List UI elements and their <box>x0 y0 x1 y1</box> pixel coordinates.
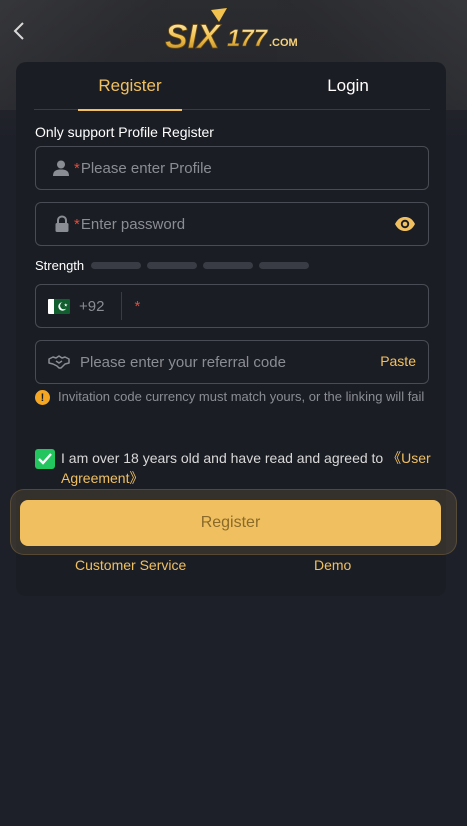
site-logo: SIX 177 .COM <box>165 8 298 56</box>
agreement-checkbox[interactable] <box>35 449 55 469</box>
demo-link[interactable]: Demo <box>314 557 351 573</box>
required-mark: * <box>74 159 80 177</box>
warning-icon: ! <box>35 390 50 405</box>
profile-placeholder: Please enter Profile <box>80 159 212 177</box>
paste-button[interactable]: Paste <box>380 353 416 369</box>
agreement: I am over 18 years old and have read and… <box>35 448 435 488</box>
agreement-text: I am over 18 years old and have read and… <box>61 448 435 488</box>
handshake-icon <box>36 354 72 370</box>
tab-login[interactable]: Login <box>296 62 400 110</box>
lock-icon <box>36 215 72 233</box>
invitation-hint: ! Invitation code currency must match yo… <box>35 388 430 406</box>
password-placeholder: Enter password <box>80 215 186 233</box>
eye-icon[interactable] <box>394 214 416 239</box>
chevron-left-icon <box>13 22 24 40</box>
strength-bar <box>259 261 310 269</box>
profile-input[interactable]: * Please enter Profile <box>35 146 429 190</box>
required-mark: * <box>74 215 80 233</box>
strength-bar <box>203 261 254 269</box>
password-strength: Strength <box>35 257 315 273</box>
required-mark: * <box>134 297 141 315</box>
pakistan-flag-icon[interactable] <box>48 298 70 314</box>
strength-bar <box>91 261 142 269</box>
country-code[interactable]: +92 <box>79 298 104 315</box>
strength-bar <box>147 261 198 269</box>
phone-input[interactable]: +92 * <box>35 284 429 328</box>
customer-service-link[interactable]: Customer Service <box>75 557 186 573</box>
user-icon <box>36 159 72 177</box>
svg-text:.COM: .COM <box>269 37 298 49</box>
register-button[interactable]: Register <box>20 500 441 546</box>
svg-text:177: 177 <box>227 25 269 52</box>
auth-tabs: Register Login <box>34 62 430 111</box>
tab-register[interactable]: Register <box>78 62 182 111</box>
strength-label: Strength <box>35 257 85 273</box>
referral-code-input[interactable]: Please enter your referral code Paste <box>35 340 429 384</box>
register-type-label: Only support Profile Register <box>35 124 214 140</box>
referral-placeholder: Please enter your referral code <box>80 353 286 371</box>
back-button[interactable] <box>8 18 30 44</box>
password-input[interactable]: * Enter password <box>35 202 429 246</box>
agreement-statement: I am over 18 years old and have read and… <box>61 450 388 466</box>
svg-text:SIX: SIX <box>165 18 222 56</box>
phone-divider <box>121 292 123 320</box>
check-icon <box>38 453 52 465</box>
invitation-hint-text: Invitation code currency must match your… <box>58 389 425 404</box>
